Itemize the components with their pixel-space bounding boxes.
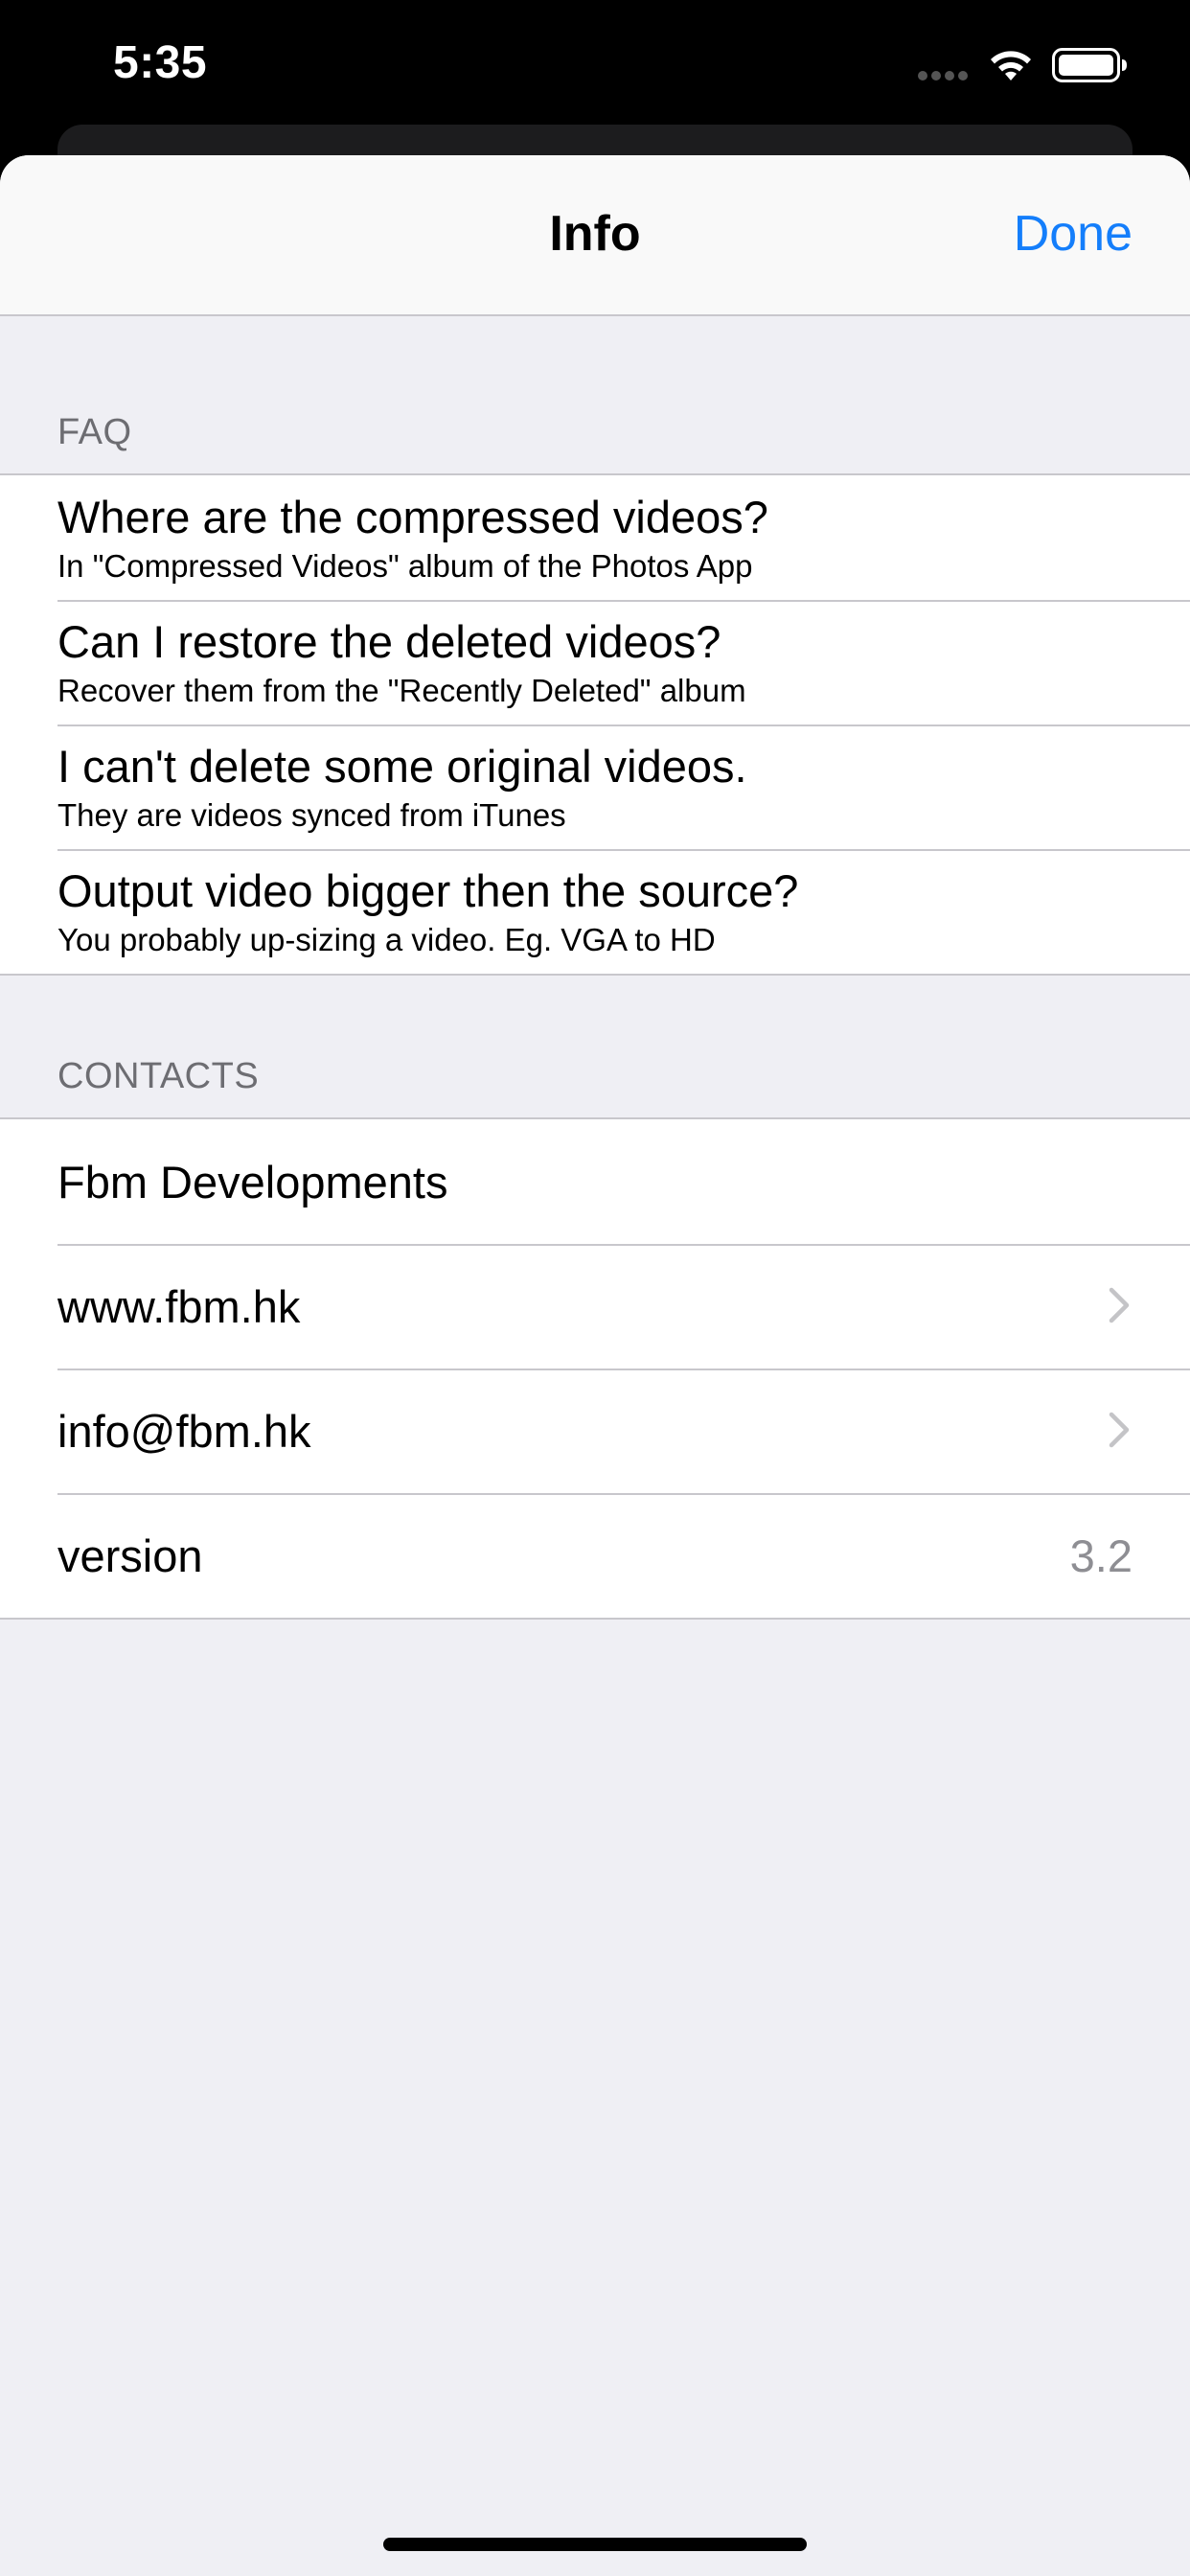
faq-item[interactable]: Can I restore the deleted videos? Recove…	[0, 600, 1190, 724]
email-link: info@fbm.hk	[57, 1406, 311, 1457]
navigation-bar: Info Done	[0, 155, 1190, 316]
contacts-section-header: CONTACTS	[57, 1056, 260, 1096]
website-row[interactable]: www.fbm.hk	[0, 1244, 1190, 1368]
faq-item[interactable]: Where are the compressed videos? In "Com…	[0, 475, 1190, 600]
company-name: Fbm Developments	[57, 1157, 448, 1208]
faq-answer: In "Compressed Videos" album of the Phot…	[57, 548, 753, 584]
version-row: version 3.2	[0, 1493, 1190, 1618]
info-sheet: Info Done FAQ Where are the compressed v…	[0, 155, 1190, 2576]
wifi-icon	[991, 51, 1031, 80]
version-label: version	[57, 1530, 203, 1581]
version-value: 3.2	[1069, 1530, 1133, 1581]
home-indicator[interactable]	[383, 2538, 807, 2551]
status-time: 5:35	[113, 37, 208, 88]
faq-item[interactable]: I can't delete some original videos. The…	[0, 724, 1190, 849]
faq-question: Output video bigger then the source?	[57, 865, 799, 916]
faq-section-header: FAQ	[57, 412, 132, 452]
faq-list: Where are the compressed videos? In "Com…	[0, 473, 1190, 976]
faq-answer: You probably up-sizing a video. Eg. VGA …	[57, 922, 716, 957]
email-row[interactable]: info@fbm.hk	[0, 1368, 1190, 1493]
chevron-right-icon	[1109, 1412, 1130, 1448]
faq-question: Where are the compressed videos?	[57, 492, 768, 542]
faq-question: I can't delete some original videos.	[57, 741, 747, 792]
chevron-right-icon	[1109, 1287, 1130, 1323]
contacts-list: Fbm Developments www.fbm.hk info@fbm.hk …	[0, 1117, 1190, 1620]
page-title: Info	[549, 206, 641, 262]
faq-answer: Recover them from the "Recently Deleted"…	[57, 673, 746, 708]
done-button[interactable]: Done	[1014, 205, 1133, 263]
company-row: Fbm Developments	[0, 1119, 1190, 1244]
faq-question: Can I restore the deleted videos?	[57, 616, 721, 667]
faq-answer: They are videos synced from iTunes	[57, 797, 566, 833]
website-link: www.fbm.hk	[57, 1281, 301, 1332]
battery-icon	[1052, 48, 1127, 82]
faq-item[interactable]: Output video bigger then the source? You…	[0, 849, 1190, 974]
cellular-signal-icon	[918, 71, 970, 82]
